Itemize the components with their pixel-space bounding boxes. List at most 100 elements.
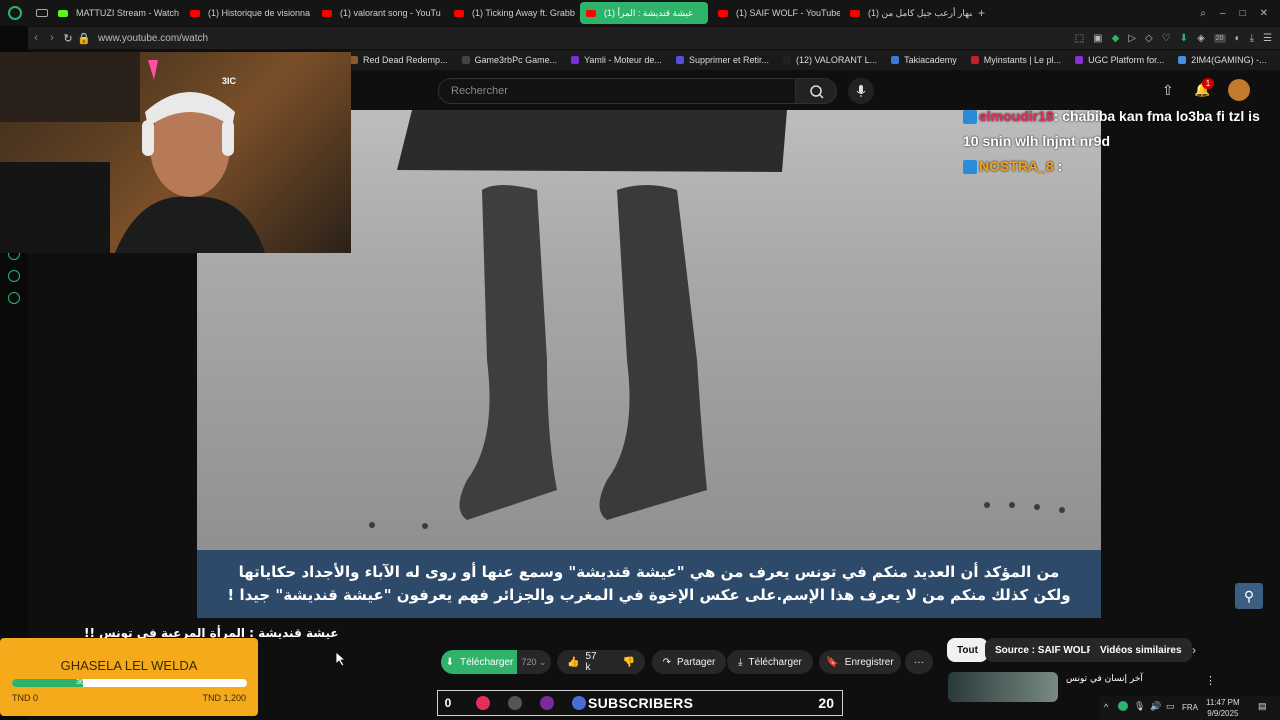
dislike-button[interactable]: 👎 (613, 650, 645, 674)
quality-select[interactable]: 720 ⌄ (517, 650, 551, 674)
thumbs-up-icon: 👍 (567, 656, 580, 668)
subs-left-value: 0 (444, 696, 452, 710)
more-options-icon[interactable]: ⋮ (1205, 674, 1216, 687)
filter-chip[interactable]: Tout (947, 638, 988, 662)
browser-tab[interactable]: (1) عيشة قنديشة : المرأ (580, 2, 708, 24)
microphone-icon (856, 85, 866, 97)
discord-icon (572, 696, 586, 710)
network-icon[interactable]: ▭ (1166, 701, 1175, 712)
filter-chip[interactable]: Source : SAIF WOLF (985, 638, 1103, 662)
bookmark-item[interactable]: Red Dead Redemp... (350, 55, 448, 65)
miniplayer-icon[interactable]: ⚲ (1235, 583, 1263, 609)
voice-search-button[interactable] (848, 78, 874, 104)
goal-title: GHASELA LEL WELDA (60, 658, 198, 673)
bookmark-item[interactable]: Myinstants | Le pl... (970, 55, 1061, 65)
forward-icon[interactable]: › (44, 32, 60, 44)
bookmark-item[interactable]: (12) VALORANT L... (782, 55, 877, 65)
play-icon[interactable]: ▷ (1128, 33, 1136, 44)
social-icon (540, 696, 554, 710)
tray-app-icon[interactable] (1118, 701, 1128, 711)
browser-tab[interactable]: MATTUZI Stream - Watch (52, 2, 180, 24)
clock[interactable]: 11:47 PM 9/9/2025 (1206, 697, 1240, 719)
tray-chevron-icon[interactable]: ^ (1104, 702, 1108, 712)
download-video-button[interactable]: ⤓ Télécharger (727, 650, 813, 674)
search-tabs-icon[interactable]: ⌕ (1200, 8, 1206, 19)
search-input[interactable]: Rechercher (438, 78, 796, 104)
browser-tab[interactable]: (1) Ticking Away ft. Grabb (448, 2, 576, 24)
subscribers-label: SUBSCRIBERS (588, 695, 694, 711)
tiktok-icon (476, 696, 490, 710)
youtube-icon (718, 9, 728, 17)
like-button[interactable]: 👍 57 k (557, 650, 613, 674)
more-icon: ··· (914, 656, 924, 668)
bookmark-item[interactable]: UGC Platform for... (1075, 55, 1164, 65)
tab-workspace-icon[interactable] (36, 9, 48, 17)
share-icon: ↷ (662, 656, 672, 668)
new-tab-icon[interactable]: + (978, 6, 985, 20)
download-extension-icon[interactable]: ⬇ (1180, 33, 1188, 44)
bookmark-item[interactable]: Game3rbPc Game... (461, 55, 558, 65)
upload-icon[interactable]: ⇧ (1162, 82, 1174, 99)
more-actions-button[interactable]: ··· (905, 650, 933, 674)
back-icon[interactable]: ‹ (28, 32, 44, 44)
extension-icon[interactable]: ◆ (1112, 33, 1120, 44)
close-icon[interactable]: ✕ (1260, 8, 1268, 19)
microphone-icon[interactable]: 🎙 (1134, 701, 1145, 712)
bookmark-item[interactable]: 2IM4(GAMING) -... (1178, 55, 1267, 65)
streamer-silhouette (0, 52, 265, 253)
browser-tab[interactable]: (1) SAIF WOLF - YouTube (712, 2, 840, 24)
notification-badge: 1 (1202, 78, 1214, 89)
chat-message: elmoudir18: chabiba kan fma lo3ba fi tzl… (963, 104, 1280, 129)
mouse-cursor-icon (336, 652, 346, 666)
maximize-icon[interactable]: □ (1240, 8, 1246, 19)
share-button[interactable]: ↷ Partager (652, 650, 726, 674)
bookmark-item[interactable]: Yamli - Moteur de... (571, 55, 662, 65)
browser-tab[interactable]: (1) valorant song - YouTu (316, 2, 444, 24)
goal-max-label: TND 1,200 (202, 693, 246, 703)
extension-icon[interactable]: ⬚ (1075, 33, 1084, 44)
extension-icon[interactable]: ◐ (1235, 33, 1241, 44)
bookmark-item[interactable]: Takiacademy (891, 55, 957, 65)
minimize-icon[interactable]: – (1220, 8, 1226, 19)
chevron-right-icon[interactable]: › (1192, 643, 1196, 657)
bookmark-favicon-icon (970, 56, 979, 64)
sidebar-icon[interactable] (8, 270, 20, 282)
download-button[interactable]: ⬇ Télécharger (441, 650, 518, 674)
language-indicator[interactable]: FRA (1182, 703, 1198, 712)
search-button[interactable] (795, 78, 837, 104)
heart-icon[interactable]: ♡ (1162, 33, 1171, 44)
volume-icon[interactable]: 🔊 (1150, 701, 1161, 712)
downloads-icon[interactable]: ⤓ (1250, 33, 1254, 44)
goal-progress-bar: 361 (12, 679, 247, 687)
bookmark-item[interactable]: Supprimer et Retir... (675, 55, 769, 65)
notification-center-icon[interactable]: ▤ (1258, 701, 1267, 712)
related-video-thumbnail[interactable] (948, 672, 1058, 702)
tab-label: (1) SAIF WOLF - YouTube (736, 8, 840, 18)
url-field[interactable]: www.youtube.com/watch (98, 33, 208, 44)
address-bar: ‹ › ↻ 🔒 www.youtube.com/watch ⬚ ▣ ◆ ▷ ◇ … (28, 27, 1280, 49)
download-icon: ⤓ (738, 656, 743, 668)
youtube-icon (454, 9, 464, 17)
opera-logo-icon[interactable] (8, 6, 22, 20)
tab-label: (1) Ticking Away ft. Grabb (472, 8, 575, 18)
extension-badge[interactable]: 20 (1213, 33, 1226, 43)
reload-icon[interactable]: ↻ (60, 32, 76, 45)
avatar[interactable] (1228, 79, 1250, 101)
related-video-title[interactable]: آخر إنسان في تونس (1066, 674, 1143, 684)
filter-chip[interactable]: Vidéos similaires (1090, 638, 1192, 662)
bookmark-label: Game3rbPc Game... (474, 55, 558, 65)
settings-icon[interactable] (8, 292, 20, 304)
bookmark-label: Red Dead Redemp... (363, 55, 448, 65)
menu-icon[interactable]: ☰ (1263, 33, 1272, 44)
bookmark-favicon-icon (571, 56, 580, 64)
youtube-icon (190, 9, 200, 17)
extension-icon[interactable]: ▣ (1093, 33, 1102, 44)
browser-tab[interactable]: (1) إشهار أرعب جيل كامل من (844, 2, 972, 24)
channel-logo: 3IC (222, 76, 237, 86)
extension-icon[interactable]: ◇ (1145, 33, 1153, 44)
social-icon (508, 696, 522, 710)
extension-icon[interactable]: ◈ (1197, 33, 1205, 44)
browser-tab[interactable]: (1) Historique de visionna (184, 2, 312, 24)
bookmark-icon: 🔖 (826, 656, 839, 668)
save-button[interactable]: 🔖 Enregistrer (819, 650, 901, 674)
